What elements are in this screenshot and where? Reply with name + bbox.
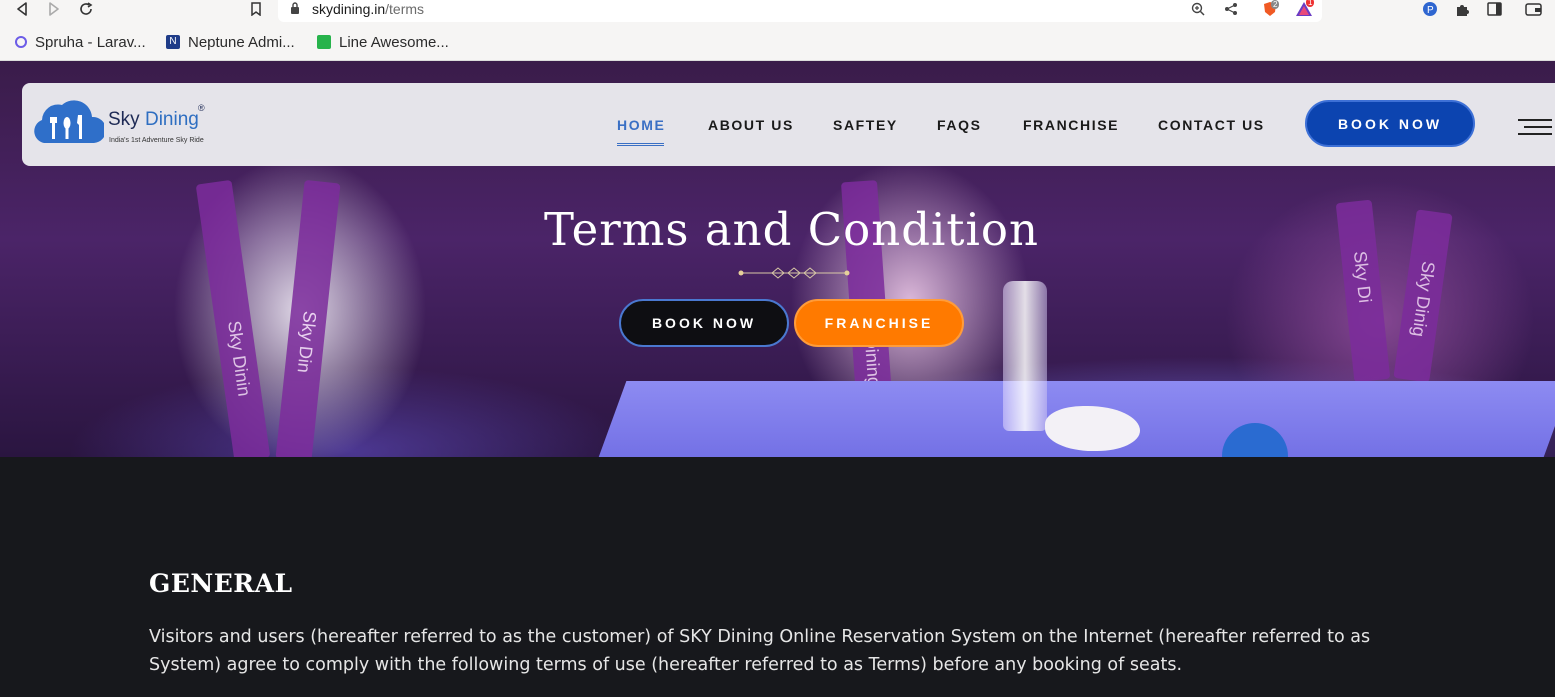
- nav-contact-us[interactable]: CONTACT US: [1158, 117, 1265, 133]
- hero-book-now-button[interactable]: BOOK NOW: [619, 299, 789, 347]
- spruha-icon: [15, 36, 27, 48]
- nav-active-underline: [617, 143, 664, 146]
- zoom-icon[interactable]: [1188, 0, 1208, 18]
- wallet-icon[interactable]: [1523, 0, 1543, 18]
- line-awesome-icon: [317, 35, 331, 49]
- bookmarks-bar: Spruha - Larav... N Neptune Admi... Line…: [0, 30, 1555, 54]
- share-icon[interactable]: [1221, 0, 1241, 18]
- logo-sky-text: Sky: [108, 109, 140, 130]
- browser-chrome: skydining.in/terms 2 1 P Spruha - Larav.…: [0, 0, 1555, 61]
- nav-safety[interactable]: SAFTEY: [833, 117, 898, 133]
- bookmark-icon[interactable]: [246, 0, 266, 18]
- sidebar-icon[interactable]: [1484, 0, 1504, 18]
- nav-franchise[interactable]: FRANCHISE: [1023, 117, 1119, 133]
- hero-franchise-button[interactable]: FRANCHISE: [794, 299, 964, 347]
- terms-content: GENERAL Visitors and users (hereafter re…: [0, 457, 1555, 697]
- url-path: /terms: [385, 1, 425, 17]
- hero-banner: Sky Dinin Sky Din Sky Dining Sky Di Sky …: [0, 61, 1555, 457]
- browser-toolbar: skydining.in/terms 2 1 P: [0, 0, 1555, 22]
- brave-shield-icon[interactable]: 2: [1260, 0, 1280, 18]
- neptune-icon: N: [166, 35, 180, 49]
- site-logo[interactable]: Sky Dining ® India's 1st Adventure Sky R…: [32, 93, 212, 153]
- page-title: Terms and Condition: [544, 203, 1039, 256]
- puzzle-icon[interactable]: [1452, 0, 1472, 18]
- nav-home[interactable]: HOME: [617, 117, 665, 133]
- header-book-now-button[interactable]: BOOK NOW: [1305, 100, 1475, 147]
- hamburger-menu-icon[interactable]: [1518, 119, 1552, 139]
- extension-icon[interactable]: P: [1420, 0, 1440, 18]
- bookmark-item[interactable]: N Neptune Admi...: [166, 30, 295, 54]
- nav-faqs[interactable]: FAQS: [937, 117, 982, 133]
- title-divider-icon: [738, 267, 850, 279]
- logo-tagline: India's 1st Adventure Sky Ride: [109, 137, 204, 144]
- brave-badge: 2: [1271, 0, 1280, 9]
- hero-photo-bottle: [1003, 281, 1047, 431]
- reload-icon[interactable]: [76, 0, 96, 18]
- logo-dining-text: Dining: [144, 109, 199, 130]
- url-text: skydining.in/terms: [312, 1, 424, 17]
- lock-icon: [291, 2, 299, 14]
- url-bar[interactable]: skydining.in/terms 2 1: [278, 0, 1322, 22]
- bookmark-item[interactable]: Spruha - Larav...: [15, 30, 146, 54]
- bookmark-item[interactable]: Line Awesome...: [317, 30, 449, 54]
- logo-wordmark: Sky Dining: [108, 109, 199, 131]
- section-title: GENERAL: [149, 569, 293, 598]
- registered-mark: ®: [198, 103, 205, 113]
- cloud-logo-icon: [34, 100, 107, 143]
- site-header: Sky Dining ® India's 1st Adventure Sky R…: [22, 83, 1555, 166]
- bookmark-label: Neptune Admi...: [188, 33, 295, 51]
- nav-about-us[interactable]: ABOUT US: [708, 117, 794, 133]
- section-paragraph: Visitors and users (hereafter referred t…: [149, 627, 1371, 675]
- back-icon[interactable]: [12, 0, 32, 18]
- bookmark-label: Spruha - Larav...: [35, 33, 146, 51]
- rewards-icon[interactable]: 1: [1294, 0, 1315, 18]
- url-domain: skydining.in: [312, 1, 386, 17]
- svg-text:P: P: [1427, 5, 1434, 16]
- bookmark-label: Line Awesome...: [339, 33, 449, 51]
- forward-icon[interactable]: [44, 0, 64, 18]
- alert-badge: 1: [1306, 0, 1315, 7]
